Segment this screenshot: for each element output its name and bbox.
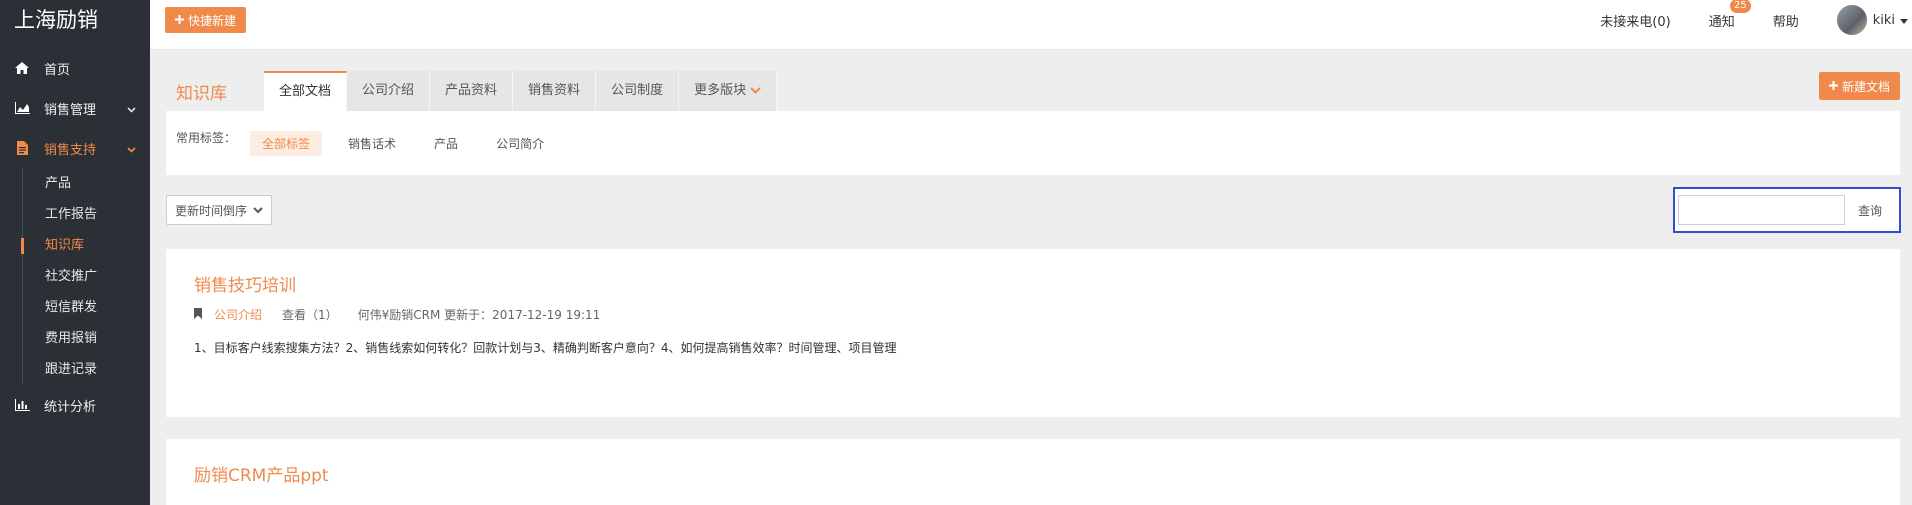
sub-item-social-promotion[interactable]: 社交推广 (23, 261, 150, 292)
notifications-link[interactable]: 通知 25 (1708, 0, 1751, 30)
document-views: 查看（1） (282, 308, 338, 322)
document-title[interactable]: 励销CRM产品ppt (194, 461, 329, 486)
sub-item-sms-broadcast[interactable]: 短信群发 (23, 292, 150, 323)
new-document-label: 新建文档 (1841, 79, 1890, 94)
nav-item-label: 统计分析 (44, 399, 97, 415)
plus-icon (175, 13, 184, 27)
tag-company-profile[interactable]: 公司简介 (484, 131, 556, 156)
avatar (1836, 5, 1867, 35)
bookmark-icon (194, 307, 202, 322)
tab-sales-info[interactable]: 销售资料 (513, 71, 597, 111)
document-updated: 何伟¥励销CRM 更新于：2017-12-19 19:11 (357, 308, 601, 322)
chevron-down-icon (253, 203, 263, 217)
quick-new-label: 快捷新建 (188, 13, 237, 28)
tag-label: 常用标签： (176, 130, 237, 145)
help-link[interactable]: 帮助 (1773, 11, 1799, 30)
search-input[interactable] (1678, 195, 1845, 225)
sub-item-product[interactable]: 产品 (23, 168, 150, 199)
document-category[interactable]: 公司介绍 (214, 306, 262, 323)
notification-count-badge: 25 (1729, 0, 1751, 13)
sub-item-expense[interactable]: 费用报销 (23, 323, 150, 354)
chevron-down-icon (750, 83, 761, 98)
top-right-menu: 未接来电(0) 通知 25 帮助 kiki (1600, 0, 1912, 40)
category-tabs: 全部文档 公司介绍 产品资料 销售资料 公司制度 更多版块 (264, 71, 778, 111)
bar-chart-icon (14, 398, 30, 412)
sub-item-work-report[interactable]: 工作报告 (23, 199, 150, 230)
tab-company-intro[interactable]: 公司介绍 (347, 71, 431, 111)
sidebar: 上海励销 首页 销售管理 销售支持 产品 工作报告 知识库 社交推广 短信群发 … (0, 0, 150, 505)
tab-all-docs[interactable]: 全部文档 (264, 71, 348, 111)
missed-calls-link[interactable]: 未接来电(0) (1600, 11, 1670, 30)
nav-item-home[interactable]: 首页 (0, 48, 150, 88)
document-title[interactable]: 销售技巧培训 (194, 271, 296, 296)
quick-new-button[interactable]: 快捷新建 (165, 7, 247, 33)
sub-nav-list: 产品 工作报告 知识库 社交推广 短信群发 费用报销 跟进记录 (21, 168, 150, 385)
tag-filter-bar: 常用标签： 全部标签 销售话术 产品 公司简介 (166, 111, 1900, 175)
sort-dropdown[interactable]: 更新时间倒序 (166, 195, 273, 225)
nav-item-label: 首页 (44, 62, 71, 78)
tag-product[interactable]: 产品 (422, 131, 470, 156)
sub-item-knowledge-base[interactable]: 知识库 (21, 230, 150, 261)
document-card[interactable]: 励销CRM产品ppt (166, 439, 1900, 505)
plus-icon (1828, 79, 1838, 93)
notifications-label: 通知 (1708, 14, 1735, 30)
brand-logo[interactable]: 上海励销 (0, 0, 150, 40)
tab-more-label: 更多版块 (694, 83, 747, 98)
file-text-icon (14, 141, 30, 155)
area-chart-icon (14, 101, 30, 115)
tab-product-info[interactable]: 产品资料 (430, 71, 514, 111)
chevron-down-icon (127, 142, 136, 157)
chevron-down-icon (127, 102, 136, 117)
document-meta: 公司介绍 查看（1） 何伟¥励销CRM 更新于：2017-12-19 19:11 (194, 306, 600, 323)
sort-label: 更新时间倒序 (175, 203, 248, 218)
main-content: 知识库 全部文档 公司介绍 产品资料 销售资料 公司制度 更多版块 新建文档 常… (150, 51, 1912, 505)
nav-item-sales-management[interactable]: 销售管理 (0, 88, 150, 128)
sub-item-follow-up[interactable]: 跟进记录 (23, 354, 150, 385)
tab-more-sections[interactable]: 更多版块 (679, 71, 778, 111)
nav-item-sales-support[interactable]: 销售支持 (0, 128, 150, 168)
nav-item-statistics[interactable]: 统计分析 (0, 385, 150, 425)
home-icon (14, 61, 30, 75)
page-title: 知识库 (176, 84, 227, 104)
caret-down-icon (1900, 13, 1908, 28)
tab-company-policy[interactable]: 公司制度 (596, 71, 680, 111)
nav-item-label: 销售支持 (44, 142, 97, 158)
user-name: kiki (1872, 12, 1895, 28)
search-highlight-box: 查询 (1673, 187, 1901, 233)
tag-all[interactable]: 全部标签 (250, 130, 323, 156)
user-menu[interactable]: kiki (1836, 5, 1908, 35)
nav-item-label: 销售管理 (44, 102, 97, 118)
top-bar: 快捷新建 未接来电(0) 通知 25 帮助 kiki (150, 0, 1912, 50)
knowledge-base-header: 知识库 全部文档 公司介绍 产品资料 销售资料 公司制度 更多版块 新建文档 常… (166, 71, 1900, 175)
document-summary: 1、目标客户线索搜集方法？2、销售线索如何转化？回款计划与3、精确判断客户意向？… (194, 341, 897, 355)
new-document-button[interactable]: 新建文档 (1818, 72, 1900, 100)
tag-sales-script[interactable]: 销售话术 (336, 131, 408, 156)
search-button[interactable]: 查询 (1845, 195, 1895, 225)
document-card[interactable]: 销售技巧培训 公司介绍 查看（1） 何伟¥励销CRM 更新于：2017-12-1… (166, 249, 1900, 417)
